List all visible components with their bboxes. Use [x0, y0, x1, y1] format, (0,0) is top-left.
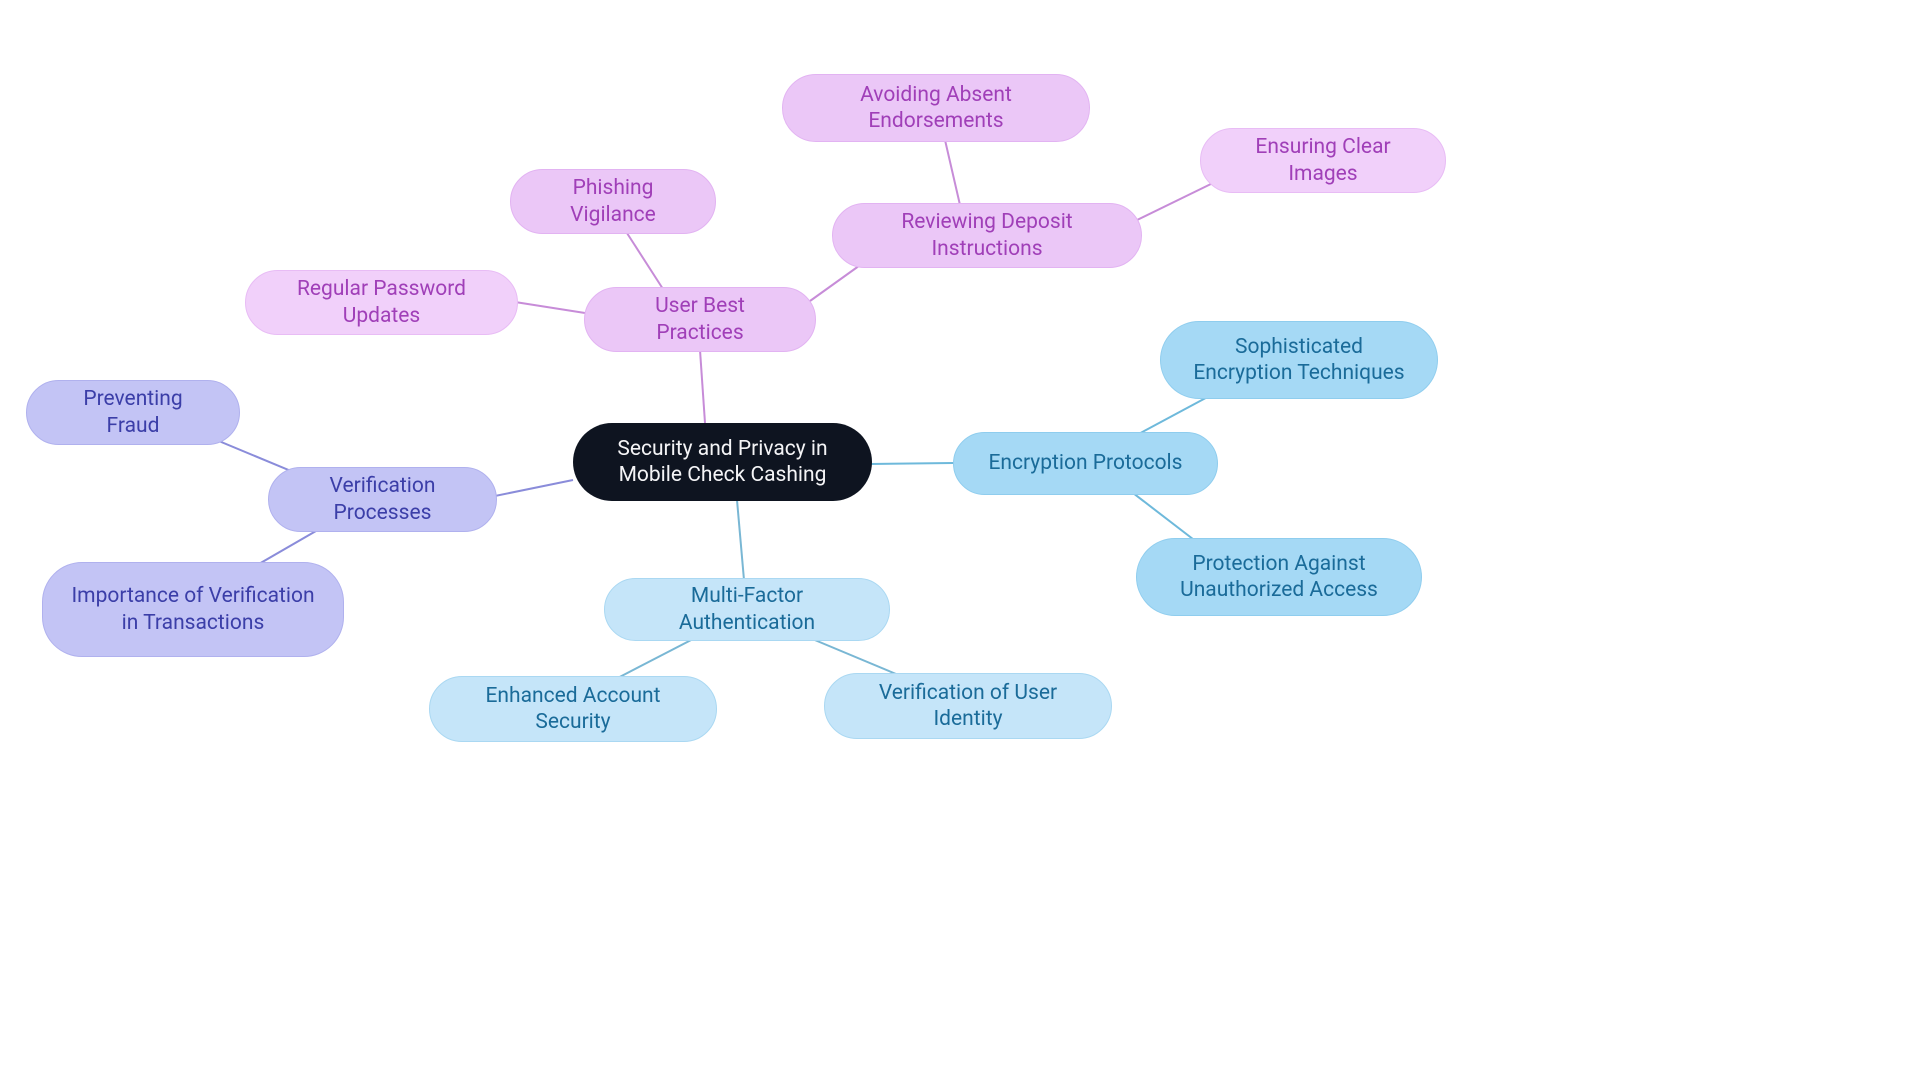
node-verification-processes[interactable]: Verification Processes	[268, 467, 497, 532]
node-protection-unauthorized[interactable]: Protection Against Unauthorized Access	[1136, 538, 1422, 616]
node-label: User Best Practices	[613, 293, 787, 346]
edge-layer	[0, 0, 1920, 1083]
node-preventing-fraud[interactable]: Preventing Fraud	[26, 380, 240, 445]
node-enhanced-security[interactable]: Enhanced Account Security	[429, 676, 717, 742]
center-node[interactable]: Security and Privacy in Mobile Check Cas…	[573, 423, 872, 501]
node-label: Reviewing Deposit Instructions	[861, 209, 1113, 262]
node-label: Verification of User Identity	[853, 680, 1083, 733]
node-label: Importance of Verification in Transactio…	[71, 583, 315, 636]
node-phishing-vigilance[interactable]: Phishing Vigilance	[510, 169, 716, 234]
node-label: Verification Processes	[297, 473, 468, 526]
node-label: Ensuring Clear Images	[1229, 134, 1417, 187]
node-encryption-protocols[interactable]: Encryption Protocols	[953, 432, 1218, 495]
node-password-updates[interactable]: Regular Password Updates	[245, 270, 518, 335]
node-avoiding-endorsements[interactable]: Avoiding Absent Endorsements	[782, 74, 1090, 142]
node-user-best-practices[interactable]: User Best Practices	[584, 287, 816, 352]
center-node-label: Security and Privacy in Mobile Check Cas…	[601, 436, 844, 489]
node-verification-identity[interactable]: Verification of User Identity	[824, 673, 1112, 739]
node-label: Protection Against Unauthorized Access	[1165, 551, 1393, 604]
node-label: Sophisticated Encryption Techniques	[1189, 334, 1409, 387]
node-ensuring-clear-images[interactable]: Ensuring Clear Images	[1200, 128, 1446, 193]
node-reviewing-deposit[interactable]: Reviewing Deposit Instructions	[832, 203, 1142, 268]
node-sophisticated-encryption[interactable]: Sophisticated Encryption Techniques	[1160, 321, 1438, 399]
mindmap-canvas: Security and Privacy in Mobile Check Cas…	[0, 0, 1920, 1083]
node-importance-verification[interactable]: Importance of Verification in Transactio…	[42, 562, 344, 657]
node-label: Enhanced Account Security	[458, 683, 688, 736]
node-label: Preventing Fraud	[55, 386, 211, 439]
node-label: Phishing Vigilance	[539, 175, 687, 228]
node-label: Encryption Protocols	[988, 450, 1182, 476]
node-label: Avoiding Absent Endorsements	[811, 82, 1061, 135]
node-mfa[interactable]: Multi-Factor Authentication	[604, 578, 890, 641]
node-label: Regular Password Updates	[274, 276, 489, 329]
node-label: Multi-Factor Authentication	[633, 583, 861, 636]
